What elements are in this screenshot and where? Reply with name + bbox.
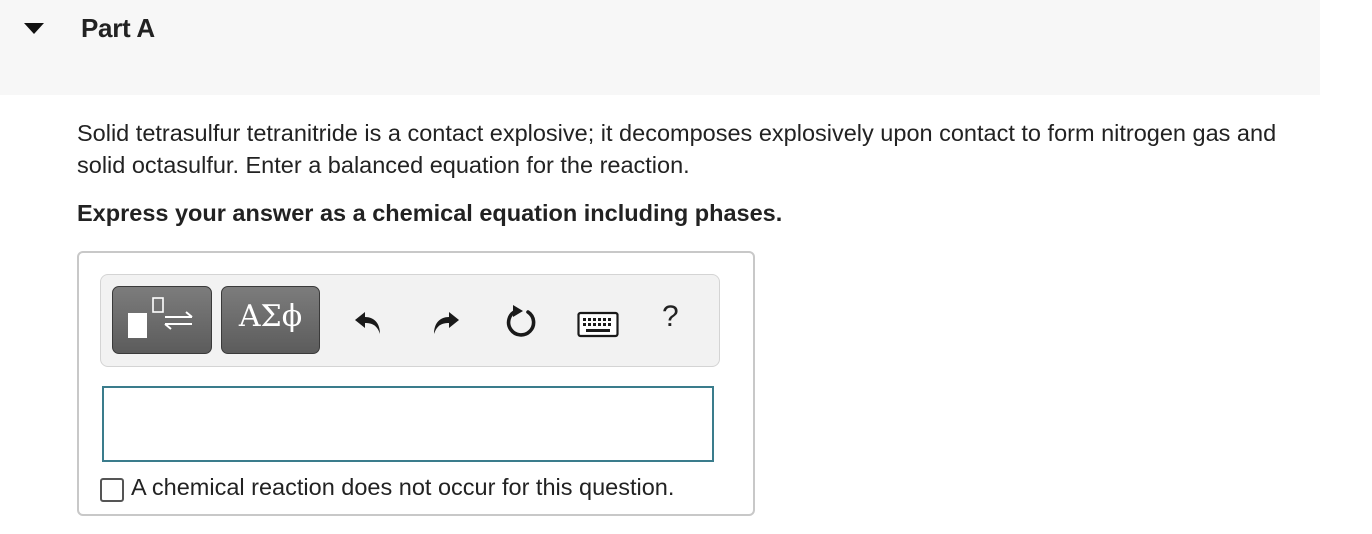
templates-icon (128, 297, 193, 338)
keyboard-button[interactable] (577, 311, 619, 339)
symbols-label: ΑΣϕ (238, 299, 303, 334)
triangle-down-icon (24, 23, 44, 34)
no-reaction-label: A chemical reaction does not occur for t… (131, 474, 675, 500)
undo-icon (355, 312, 380, 334)
part-header (0, 0, 1320, 95)
equation-input[interactable] (102, 386, 714, 462)
templates-button[interactable] (112, 286, 212, 354)
collapse-part-button[interactable] (22, 20, 46, 36)
reset-button[interactable] (503, 303, 541, 341)
undo-button[interactable] (352, 304, 386, 338)
reset-icon (506, 305, 536, 337)
question-text: Solid tetrasulfur tetranitride is a cont… (77, 120, 1277, 178)
keyboard-icon (577, 311, 619, 338)
redo-button[interactable] (428, 304, 462, 338)
answer-instruction: Express your answer as a chemical equati… (77, 200, 783, 226)
no-reaction-checkbox[interactable] (100, 478, 124, 502)
redo-icon (434, 312, 459, 334)
help-button[interactable]: ? (662, 300, 679, 334)
part-title: Part A (81, 13, 155, 43)
symbols-button[interactable]: ΑΣϕ (221, 286, 320, 354)
